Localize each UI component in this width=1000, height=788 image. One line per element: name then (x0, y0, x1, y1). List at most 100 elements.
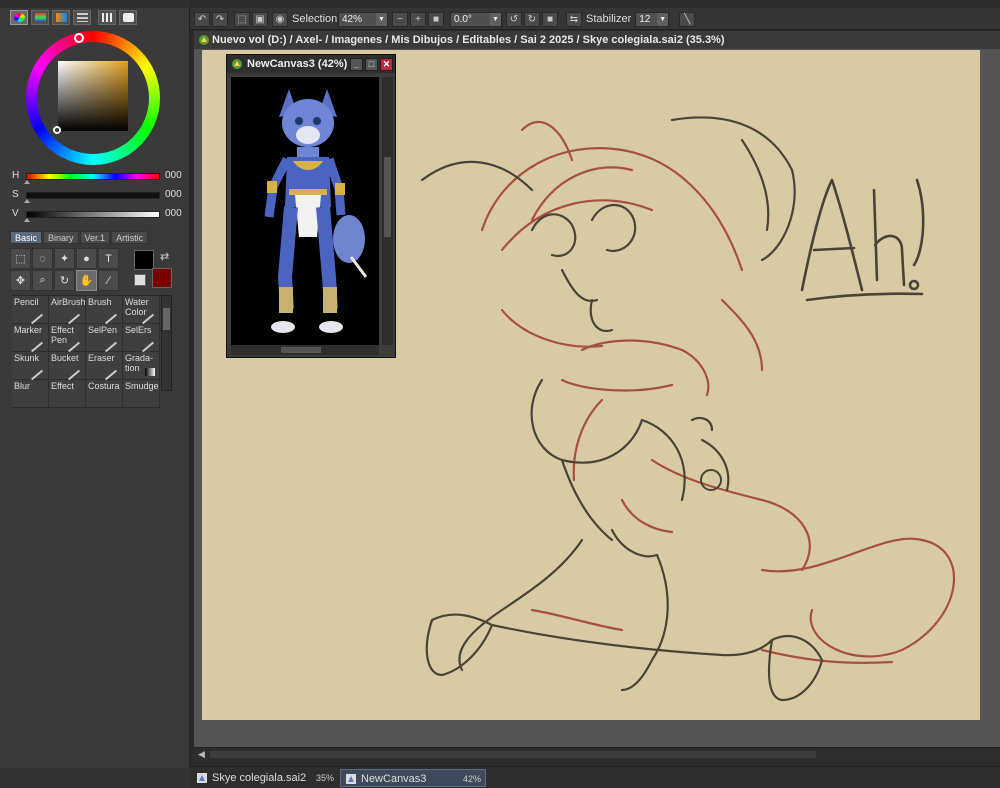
stabilizer-select[interactable]: 12 ▼ (635, 11, 670, 27)
magic-wand-icon[interactable]: ✦ (54, 248, 75, 269)
brush-effect[interactable]: Effect (49, 380, 86, 408)
rotate-left-icon[interactable]: ↺ (506, 11, 522, 27)
undo-icon[interactable]: ↶ (194, 11, 210, 27)
document-title-bar[interactable]: Nuevo vol (D:) / Axel- / Imagenes / Mis … (194, 31, 1000, 49)
color-list-tab[interactable] (73, 10, 91, 25)
selers-icon (141, 341, 155, 353)
rgb-slider-tab[interactable] (31, 10, 49, 25)
transparent-color-icon[interactable] (134, 274, 146, 286)
tab-binary[interactable]: Binary (43, 231, 79, 244)
reference-window-title-bar[interactable]: NewCanvas3 (42%) _ □ ✕ (227, 55, 395, 73)
sv-marker[interactable] (53, 126, 61, 134)
scrollbar-thumb[interactable] (210, 751, 816, 758)
eye-icon[interactable]: ◉ (272, 11, 288, 27)
selpen-icon (104, 341, 118, 353)
deselect-icon[interactable]: ⬚ (234, 11, 250, 27)
brush-marker[interactable]: Marker (12, 324, 49, 353)
color-wheel[interactable] (26, 31, 160, 165)
brush-skunk[interactable]: Skunk (12, 352, 49, 381)
brush-brush[interactable]: Brush (86, 296, 123, 325)
brush-watercolor[interactable]: Water Color (123, 296, 160, 325)
saturation-track[interactable] (26, 192, 160, 199)
saturation-slider-handle[interactable] (24, 199, 30, 203)
saturation-value: 000 (165, 189, 182, 200)
chevron-down-icon: ▼ (490, 12, 501, 26)
sai-app: H 000 S 000 V 000 Basic Binary Ver.1 Art… (0, 0, 1000, 788)
hsv-slider-tab[interactable] (52, 10, 70, 25)
tool-tabs: Basic Binary Ver.1 Artistic (10, 231, 149, 244)
doc-tab-newcanvas3[interactable]: NewCanvas3 42% (340, 769, 486, 787)
zoom-out-icon[interactable]: − (392, 11, 408, 27)
brush-airbrush[interactable]: AirBrush (49, 296, 86, 325)
dark-sketch-lines (420, 116, 824, 702)
zoom-select[interactable]: 42% ▼ (338, 11, 388, 27)
saturation-slider[interactable]: S 000 (12, 189, 182, 203)
hue-marker[interactable] (74, 33, 84, 43)
document-tab-bar: Skye colegiala.sai2 35% NewCanvas3 42% (190, 766, 1000, 788)
zoom-icon[interactable]: ⌕ (32, 270, 53, 291)
lasso-icon[interactable]: ◌ (32, 248, 53, 269)
move-icon[interactable]: ✥ (10, 270, 31, 291)
scrollbar-thumb[interactable] (384, 157, 391, 237)
brush-pencil[interactable]: Pencil (12, 296, 49, 325)
hue-slider-handle[interactable] (24, 180, 30, 184)
rotate-icon[interactable]: ↻ (54, 270, 75, 291)
value-slider-handle[interactable] (24, 218, 30, 222)
zoom-reset-icon[interactable]: ■ (428, 11, 444, 27)
minimize-icon[interactable]: _ (350, 58, 363, 71)
brush-smudge[interactable]: Smudge (123, 380, 160, 408)
color-wheel-tab[interactable] (10, 10, 28, 25)
maximize-icon[interactable]: □ (365, 58, 378, 71)
saturation-value-square[interactable] (58, 61, 128, 131)
doc-tab-skye[interactable]: Skye colegiala.sai2 35% (192, 769, 338, 787)
selection-label: Selection (292, 13, 338, 25)
shape-icon[interactable]: ● (76, 248, 97, 269)
reference-image[interactable] (231, 77, 379, 345)
tab-ver1[interactable]: Ver.1 (79, 231, 111, 244)
swap-colors-icon[interactable]: ⇄ (160, 250, 169, 263)
brush-eraser[interactable]: Eraser (86, 352, 123, 381)
close-icon[interactable]: ✕ (380, 58, 393, 71)
foreground-color-swatch[interactable] (134, 250, 154, 270)
text-tool-icon[interactable]: T (98, 248, 119, 269)
rect-select-icon[interactable]: ⬚ (10, 248, 31, 269)
hue-slider[interactable]: H 000 (12, 170, 182, 184)
straight-line-icon[interactable]: ╲ (679, 11, 696, 27)
brush-icon (104, 313, 118, 325)
brush-selpen[interactable]: SelPen (86, 324, 123, 353)
scrollbar-thumb[interactable] (281, 347, 321, 353)
scroll-left-icon[interactable]: ◀ (198, 749, 205, 760)
brush-selers[interactable]: SelErs (123, 324, 160, 353)
brush-list-scrollbar[interactable] (161, 295, 172, 391)
value-slider[interactable]: V 000 (12, 208, 182, 222)
scrollbar-thumb[interactable] (163, 308, 170, 330)
pencil-icon (30, 313, 44, 325)
eyedropper-icon[interactable]: ⁄ (98, 270, 119, 291)
tools-grid: ⬚ ◌ ✦ ● T ✥ ⌕ ↻ ✋ ⁄ (10, 248, 119, 291)
invert-selection-icon[interactable]: ▣ (252, 11, 268, 27)
brush-blur[interactable]: Blur (12, 380, 49, 408)
tab-basic[interactable]: Basic (10, 231, 43, 244)
hue-track[interactable] (26, 173, 160, 180)
brush-effect-pen[interactable]: Effect Pen (49, 324, 86, 353)
redo-icon[interactable]: ↷ (212, 11, 228, 27)
brush-costura[interactable]: Costura (86, 380, 123, 408)
tab-artistic[interactable]: Artistic (111, 231, 149, 244)
rotation-select[interactable]: 0.0° ▼ (450, 11, 502, 27)
reference-vertical-scrollbar[interactable] (382, 77, 393, 345)
hand-icon[interactable]: ✋ (76, 270, 97, 291)
rotate-right-icon[interactable]: ↻ (524, 11, 540, 27)
rotate-reset-icon[interactable]: ■ (542, 11, 558, 27)
value-track[interactable] (26, 211, 160, 218)
flip-icon[interactable]: ⇆ (566, 11, 582, 27)
brush-gradation[interactable]: Grada-tion (123, 352, 160, 380)
background-color-swatch[interactable] (152, 268, 172, 288)
canvas-horizontal-scrollbar[interactable]: ◀ (196, 747, 1000, 761)
zoom-in-icon[interactable]: + (410, 11, 426, 27)
reference-horizontal-scrollbar[interactable] (231, 345, 379, 355)
reference-window[interactable]: NewCanvas3 (42%) _ □ ✕ (226, 54, 396, 358)
swatches-tab[interactable] (98, 10, 116, 25)
selection-group: ⬚ ▣ ◉ Selection (234, 11, 337, 27)
scratch-pad-tab[interactable] (119, 10, 137, 25)
brush-bucket[interactable]: Bucket (49, 352, 86, 381)
